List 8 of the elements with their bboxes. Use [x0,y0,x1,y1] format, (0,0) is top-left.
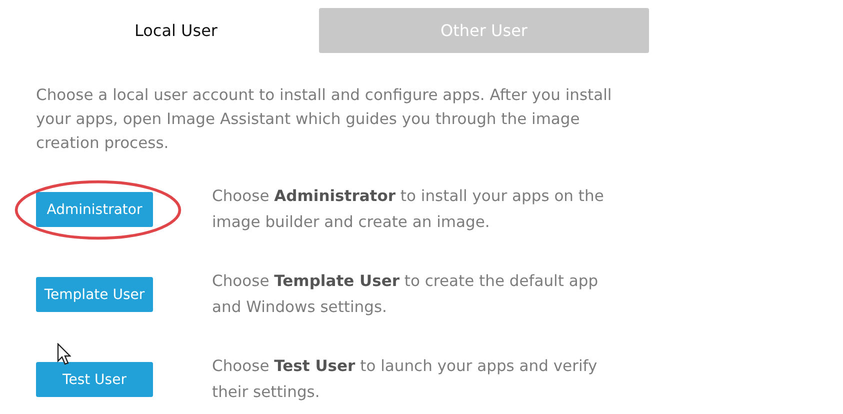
user-description: Choose Test User to launch your apps and verify their settings. [212,356,598,403]
user-button[interactable]: Administrator [36,192,153,227]
user-button[interactable]: Test User [36,362,153,397]
mouse-pointer-icon [57,343,71,365]
user-description: Choose Template User to create the default app and Windows settings. [212,271,600,318]
user-button[interactable]: Template User [36,277,153,312]
user-description: Choose Administrator to install your apps on the image builder and create an image. [212,186,605,233]
intro-text: Choose a local user account to install and configure apps. After you install your apps, open Image Assistant which guides you through the image creation process. [36,85,613,154]
